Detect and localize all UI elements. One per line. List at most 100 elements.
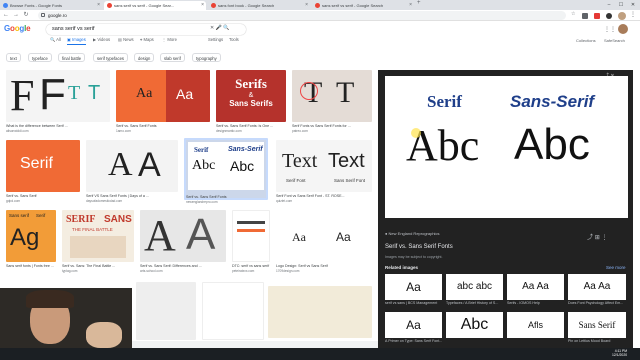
close-icon[interactable]: × [305, 1, 308, 10]
result-source: quizlet.com [276, 199, 293, 203]
result-caption[interactable]: Serif VS Sans Serif Fonts | Days of a ..… [86, 194, 178, 198]
result-image[interactable]: Aa Aa [276, 210, 372, 262]
result-caption[interactable]: Serif vs. Sans Serif Fonts [116, 124, 210, 128]
result-caption[interactable]: Serif Font vs Sans Serif Font - ST. ROSE… [276, 194, 372, 198]
result-source: 1amo.com [116, 129, 131, 133]
result-caption[interactable]: Sans serif fonts | Fonts free ... [6, 264, 56, 268]
close-icon[interactable]: × [97, 1, 100, 10]
result-image[interactable] [136, 282, 196, 340]
result-image[interactable]: A A [140, 210, 226, 262]
chip-text[interactable]: text [6, 53, 21, 62]
reload-icon[interactable]: ↻ [22, 11, 30, 20]
related-caption[interactable]: Serifs - IOMOS Help [507, 301, 564, 305]
mic-icon[interactable]: 🎤 [216, 25, 222, 31]
related-image[interactable]: Abc [446, 312, 503, 338]
result-caption[interactable]: Serif vs. Sans Serif [6, 194, 80, 198]
related-caption[interactable]: Pin on Lettius Mood Board [568, 339, 626, 343]
chip-final-battle[interactable]: final battle [58, 53, 86, 62]
back-icon[interactable]: ← [2, 11, 10, 20]
result-image[interactable]: Serif [6, 140, 80, 192]
nav-more[interactable]: ⋮ More [162, 37, 177, 42]
more-icon[interactable]: ⋮ [601, 235, 607, 241]
related-image[interactable]: Aa Aa [507, 274, 564, 300]
nav-tools[interactable]: Tools [229, 37, 239, 42]
result-image-selected[interactable]: Serif Sans-Serif Abc Abc [184, 138, 268, 200]
account-avatar[interactable] [618, 24, 628, 34]
result-image[interactable]: T T [292, 70, 372, 122]
chip-typeface[interactable]: typeface [28, 53, 52, 62]
window-close-icon[interactable]: ✕ [627, 0, 639, 10]
address-bar[interactable]: google.ro [38, 11, 566, 20]
result-caption[interactable]: Logo Design: Serif vs Sans Serif [276, 264, 372, 268]
extension-icon[interactable] [606, 13, 612, 19]
result-caption[interactable]: Serif vs. Sans Serif Fonts [186, 195, 266, 199]
maximize-icon[interactable]: ☐ [615, 0, 627, 10]
related-image[interactable]: Afls [507, 312, 564, 338]
related-image[interactable]: abc abc [446, 274, 503, 300]
result-image[interactable]: Sans serif Serif Ag [6, 210, 56, 262]
tile-text: Aa [406, 318, 421, 332]
clock[interactable]: 4:11 PM 12/1/2020 [612, 349, 627, 357]
panel-source[interactable]: ● New England Reprographics [385, 231, 439, 236]
tab-sans-serif-search[interactable]: sans serif vs serif - Google Search × [312, 1, 414, 10]
menu-icon[interactable]: ⋮ [630, 11, 636, 18]
result-image[interactable] [202, 282, 264, 340]
result-image[interactable]: A A [86, 140, 178, 192]
nav-videos[interactable]: ▶ Videos [93, 37, 110, 42]
panel-title[interactable]: Serif vs. Sans Serif Fonts [385, 244, 453, 250]
forward-icon[interactable]: → [12, 11, 20, 20]
related-caption[interactable]: serif vs sans | BCS Management [385, 301, 442, 305]
tab-search-active[interactable]: sans serif vs serif - Google Sear... × [104, 1, 206, 10]
chip-typography[interactable]: typography [192, 53, 221, 62]
tab-sans-font-book[interactable]: sans font book - Google Search × [208, 1, 310, 10]
tab-google-fonts[interactable]: Browse Fonts - Google Fonts × [0, 1, 102, 10]
result-caption[interactable]: Serif vs. Sans Serif: Differences and ..… [140, 264, 226, 268]
see-more-link[interactable]: See more [606, 265, 626, 270]
extension-icon[interactable] [582, 13, 588, 19]
preview-serif-label: Serif [427, 92, 462, 111]
result-image[interactable]: SERIF SANS THE FINAL BATTLE [62, 210, 134, 262]
result-caption[interactable]: Serif Fonts vs Sans Serif Fonts for ... [292, 124, 372, 128]
search-icon[interactable]: 🔍 [223, 25, 229, 31]
result-image[interactable] [232, 210, 270, 262]
nav-settings[interactable]: Settings [208, 37, 223, 42]
profile-avatar[interactable] [618, 12, 626, 20]
share-icon[interactable]: ⤴ [587, 235, 593, 241]
chip-serif-typefaces[interactable]: serif typefaces [93, 53, 128, 62]
result-image[interactable]: Aa Aa [116, 70, 210, 122]
clear-icon[interactable]: ✕ [210, 25, 214, 31]
new-tab-icon[interactable]: + [417, 0, 421, 6]
result-image[interactable]: Text Text Serif Font Sans Serif Font [276, 140, 372, 192]
nav-images[interactable]: ▣ Images [67, 37, 86, 45]
related-caption[interactable]: Does Font Psychology Affect Em... [568, 301, 626, 305]
safesearch-link[interactable]: SafeSearch [604, 38, 625, 43]
related-caption[interactable]: A Primer on Type: Sans Serif Font... [385, 339, 442, 343]
save-icon[interactable]: ⊞ [595, 235, 600, 241]
chip-design[interactable]: design [134, 53, 155, 62]
chip-slab-serif[interactable]: slab serif [160, 53, 185, 62]
collections-link[interactable]: Collections [576, 38, 596, 43]
related-image[interactable]: Sans Serif [568, 312, 626, 338]
nav-label: Maps [143, 37, 154, 42]
related-image[interactable]: Aa [385, 312, 442, 338]
result-caption[interactable]: What is the difference between Serif ... [6, 124, 110, 128]
nav-maps[interactable]: ⌖ Maps [140, 37, 154, 42]
result-image[interactable]: F F T T [6, 70, 110, 122]
apps-icon[interactable]: ⋮⋮ [604, 26, 616, 33]
star-icon[interactable]: ☆ [571, 11, 575, 17]
related-image[interactable]: Aa Aa [568, 274, 626, 300]
result-caption[interactable]: Serif vs. Sans Serif Fonts: Is One ... [216, 124, 286, 128]
nav-all[interactable]: 🔍 All [50, 37, 61, 43]
close-icon[interactable]: × [409, 1, 412, 10]
result-image[interactable] [268, 286, 372, 338]
nav-news[interactable]: ▤ News [118, 37, 134, 42]
result-image[interactable]: Serifs & Sans Serifs [216, 70, 286, 122]
related-image[interactable]: Aa [385, 274, 442, 300]
extension-icon[interactable] [594, 13, 600, 19]
google-logo[interactable]: Google [4, 24, 31, 33]
result-caption[interactable]: Serif vs. Sans: The Final Battle ... [62, 264, 134, 268]
result-caption[interactable]: DTC: serif vs sans serif [232, 264, 270, 268]
related-caption[interactable]: Typefaces / A Brief History of S... [446, 301, 503, 305]
close-icon[interactable]: × [201, 1, 204, 10]
minimize-icon[interactable]: – [603, 0, 615, 10]
